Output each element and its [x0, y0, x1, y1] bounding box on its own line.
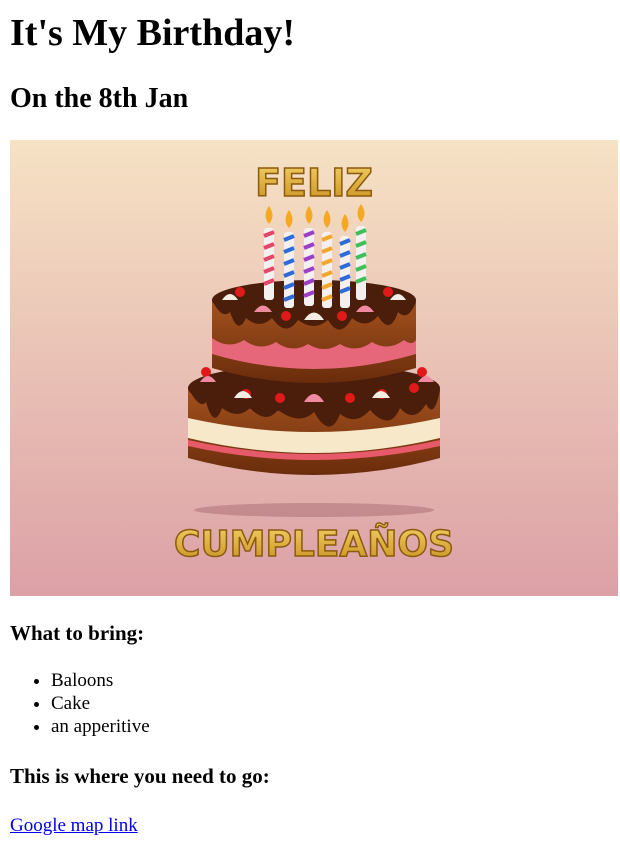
date-heading: On the 8th Jan	[10, 83, 189, 114]
list-item: Baloons	[51, 669, 610, 692]
what-to-bring-heading: What to bring:	[10, 621, 145, 645]
directions-heading: This is where you need to go:	[10, 764, 270, 788]
google-map-link[interactable]: Google map link	[10, 815, 138, 837]
page-title: It's My Birthday!	[10, 12, 295, 54]
list-item: an apperitive	[51, 715, 610, 738]
bring-list: Baloons Cake an apperitive	[10, 669, 610, 738]
banner-bottom-text: CUMPLEAÑOS	[174, 523, 454, 565]
page: It's My Birthday! On the 8th Jan FELIZ C…	[0, 0, 620, 837]
list-item: Cake	[51, 692, 610, 715]
banner-top-text: FELIZ	[255, 161, 373, 205]
birthday-cake-image: FELIZ CUMPLEAÑOS	[10, 140, 618, 596]
